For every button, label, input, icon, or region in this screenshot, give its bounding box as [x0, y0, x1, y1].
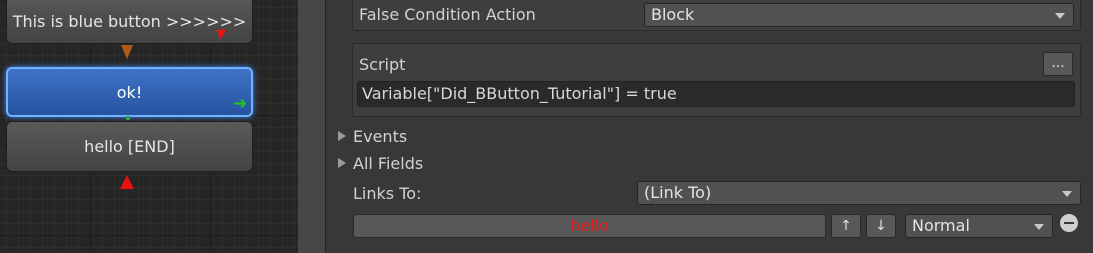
all-fields-foldout-label[interactable]: All Fields: [353, 154, 423, 173]
arrow-up-icon: ↑: [840, 218, 852, 234]
chevron-down-icon: [1055, 13, 1065, 19]
events-foldout-label[interactable]: Events: [353, 127, 407, 146]
arrow-down-icon: ↓: [875, 218, 887, 234]
ellipsis-label: ...: [1051, 55, 1065, 71]
node-text: ok!: [116, 82, 143, 102]
link-arrow-icon: ➜: [233, 94, 248, 114]
false-condition-label: False Condition Action: [359, 5, 536, 24]
node-text: hello [END]: [84, 137, 175, 156]
panel-splitter[interactable]: [298, 0, 325, 253]
end-connector-icon: [120, 175, 134, 189]
chevron-down-icon: [1034, 224, 1044, 230]
move-down-button[interactable]: ↓: [866, 214, 896, 238]
script-box: Script ... Variable["Did_BButton_Tutoria…: [352, 43, 1081, 117]
script-label: Script: [359, 55, 406, 74]
script-editor-button[interactable]: ...: [1043, 52, 1073, 76]
red-marker-icon: ▼: [216, 27, 226, 42]
script-value: Variable["Did_BButton_Tutorial"] = true: [362, 84, 677, 103]
move-up-button[interactable]: ↑: [831, 214, 861, 238]
inspector-panel: False Condition Action Block Script ... …: [326, 0, 1093, 253]
chevron-down-icon: [1062, 191, 1072, 197]
script-text-field[interactable]: Variable["Did_BButton_Tutorial"] = true: [357, 81, 1075, 107]
false-condition-box: False Condition Action Block: [352, 0, 1081, 31]
node-text: This is blue button >>>>>>: [12, 11, 247, 31]
events-foldout-icon[interactable]: [338, 131, 346, 141]
false-condition-dropdown[interactable]: Block: [644, 3, 1074, 27]
link-target-text: hello: [570, 216, 609, 235]
links-to-label: Links To:: [353, 184, 422, 203]
graph-node-ok-selected[interactable]: ok!: [6, 67, 253, 117]
links-to-dropdown[interactable]: (Link To): [637, 181, 1081, 205]
remove-link-button[interactable]: [1060, 214, 1078, 232]
graph-node-hello-end[interactable]: hello [END]: [6, 121, 253, 172]
false-condition-value: Block: [651, 5, 695, 24]
all-fields-foldout-icon[interactable]: [338, 158, 346, 168]
link-target-button[interactable]: hello: [353, 214, 826, 238]
dialogue-graph-canvas[interactable]: This is blue button >>>>>> ▼ ok! ➜ hello…: [0, 0, 298, 253]
link-priority-dropdown[interactable]: Normal: [905, 214, 1053, 238]
links-to-value: (Link To): [644, 183, 712, 202]
connection-dot-icon: [126, 116, 130, 120]
link-priority-value: Normal: [912, 216, 970, 235]
incoming-connector-icon: [121, 45, 133, 59]
minus-icon: [1064, 222, 1074, 224]
